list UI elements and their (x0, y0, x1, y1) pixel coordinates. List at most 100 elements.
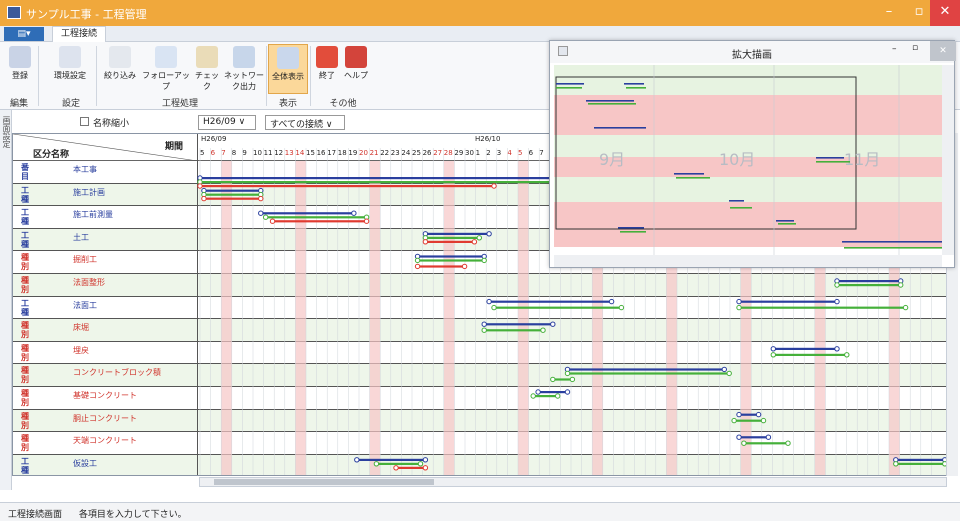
plan-bar[interactable] (773, 347, 837, 350)
plan-bar[interactable] (417, 255, 485, 258)
late-bar[interactable] (203, 197, 261, 200)
connection-node[interactable] (902, 304, 909, 311)
late-bar[interactable] (272, 220, 367, 223)
actual-bar[interactable] (837, 284, 901, 287)
connection-node[interactable] (393, 465, 399, 471)
actual-bar[interactable] (494, 306, 622, 309)
connection-node[interactable] (736, 434, 742, 440)
late-bar[interactable] (425, 240, 475, 243)
actual-bar[interactable] (484, 329, 543, 332)
plan-bar[interactable] (489, 300, 612, 303)
plan-bar[interactable] (484, 323, 553, 326)
connection-node[interactable] (373, 461, 380, 467)
plan-bar[interactable] (837, 280, 901, 283)
filter-button[interactable]: 絞り込み (100, 44, 140, 94)
connection-node[interactable] (550, 321, 556, 327)
connection-node[interactable] (258, 210, 264, 216)
zoom-window[interactable]: 拡大描画 – ▫ ✕ 9月 10月 11月 (549, 40, 956, 268)
minimize-button[interactable]: – (874, 0, 904, 26)
exit-button[interactable]: 終了 (314, 44, 340, 94)
connection-node[interactable] (486, 231, 492, 237)
register-button[interactable]: 登録 (6, 44, 34, 94)
connection-node[interactable] (898, 282, 904, 288)
connection-node[interactable] (414, 257, 421, 264)
connection-node[interactable] (491, 304, 497, 311)
connection-node[interactable] (491, 183, 497, 189)
zoom-canvas[interactable]: 9月 10月 11月 (554, 65, 942, 255)
connection-node[interactable] (834, 346, 840, 352)
connection-node[interactable] (555, 393, 561, 399)
late-bar[interactable] (396, 466, 426, 469)
connection-node[interactable] (481, 321, 487, 327)
tab-process-connection[interactable]: 工程接続 (52, 26, 107, 42)
connection-node[interactable] (564, 370, 571, 377)
zoom-minimize-button[interactable]: – (892, 44, 897, 54)
actual-bar[interactable] (265, 216, 367, 219)
connection-node[interactable] (731, 417, 737, 424)
plan-bar[interactable] (739, 413, 759, 416)
connection-node[interactable] (258, 195, 264, 202)
connection-node[interactable] (736, 411, 742, 418)
connection-node[interactable] (834, 298, 840, 305)
connection-node[interactable] (530, 393, 536, 399)
connection-node[interactable] (741, 440, 747, 446)
plan-bar[interactable] (567, 368, 725, 371)
connection-node[interactable] (422, 465, 429, 471)
horizontal-scrollbar[interactable] (199, 477, 947, 487)
connection-node[interactable] (481, 257, 487, 264)
connection-node[interactable] (726, 370, 732, 377)
connection-node[interactable] (736, 304, 742, 311)
connection-node[interactable] (760, 417, 767, 424)
actual-bar[interactable] (743, 442, 788, 445)
connection-node[interactable] (354, 457, 360, 463)
connection-node[interactable] (422, 239, 429, 245)
connection-node[interactable] (417, 461, 424, 467)
followup-button[interactable]: フォローアップ (140, 44, 192, 94)
connection-node[interactable] (422, 457, 429, 463)
plan-bar[interactable] (538, 391, 568, 394)
connection-node[interactable] (844, 352, 850, 358)
connection-node[interactable] (201, 195, 207, 202)
network-output-button[interactable]: ネットワーク出力 (222, 44, 266, 94)
shrink-name-checkbox[interactable] (80, 117, 89, 126)
plan-bar[interactable] (739, 300, 837, 303)
settings-button[interactable]: 環境設定 (48, 44, 92, 94)
connection-node[interactable] (481, 327, 487, 333)
connection-node[interactable] (197, 183, 203, 189)
actual-bar[interactable] (417, 259, 485, 262)
late-bar[interactable] (200, 185, 494, 188)
connection-node[interactable] (476, 235, 482, 241)
connection-node[interactable] (618, 304, 625, 311)
connection-node[interactable] (351, 210, 357, 216)
check-button[interactable]: チェック (192, 44, 222, 94)
connection-node[interactable] (736, 298, 742, 305)
actual-bar[interactable] (425, 236, 480, 239)
connection-node[interactable] (564, 389, 571, 395)
plan-bar[interactable] (356, 458, 426, 461)
actual-bar[interactable] (734, 419, 764, 422)
connection-node[interactable] (834, 282, 840, 288)
connection-node[interactable] (550, 376, 556, 383)
connection-node[interactable] (765, 434, 772, 440)
zoom-close-button[interactable]: ✕ (930, 41, 956, 61)
file-menu-button[interactable]: ▤▾ (4, 27, 44, 41)
connection-filter-select[interactable]: すべての接続 ∨ (265, 115, 345, 130)
connection-node[interactable] (721, 366, 727, 373)
connection-node[interactable] (486, 298, 492, 305)
connection-node[interactable] (755, 411, 762, 418)
plan-bar[interactable] (895, 458, 945, 461)
connection-node[interactable] (540, 327, 546, 333)
connection-node[interactable] (363, 218, 370, 224)
connection-node[interactable] (785, 440, 791, 446)
zoom-vertical-scrollbar[interactable] (942, 65, 954, 255)
actual-bar[interactable] (203, 193, 261, 196)
connection-node[interactable] (461, 263, 468, 270)
actual-bar[interactable] (773, 353, 847, 356)
connection-node[interactable] (770, 346, 776, 352)
plan-bar[interactable] (260, 212, 354, 215)
show-all-button[interactable]: 全体表示 (268, 44, 308, 94)
zoom-maximize-button[interactable]: ▫ (912, 43, 918, 53)
scroll-thumb[interactable] (214, 479, 434, 485)
actual-bar[interactable] (533, 395, 558, 398)
connection-node[interactable] (569, 376, 576, 383)
